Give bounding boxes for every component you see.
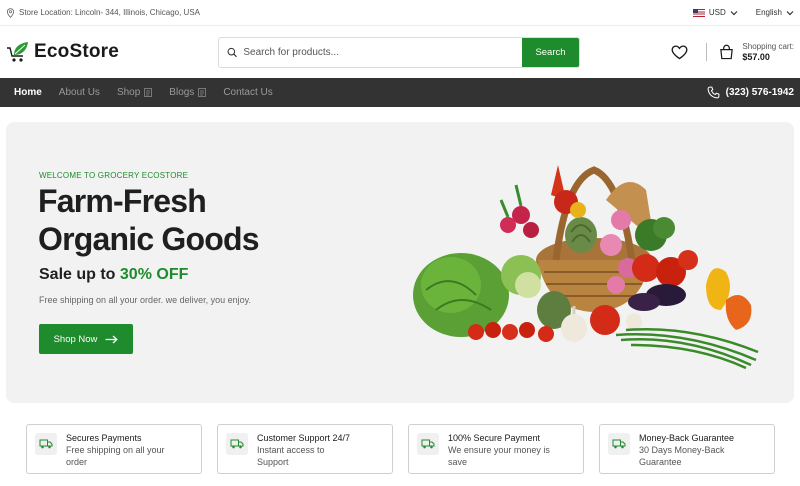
phone-number: (323) 576-1942 <box>725 87 794 98</box>
vegetable-basket-image <box>413 165 759 370</box>
search-input[interactable] <box>243 46 522 58</box>
feature-description: Support <box>257 457 289 467</box>
sale-percent: 30% OFF <box>119 266 189 283</box>
feature-description: 30 Days Money-Back <box>639 445 725 455</box>
dropdown-indicator-icon <box>144 88 153 97</box>
header-divider <box>706 43 708 61</box>
delivery-truck-icon <box>608 433 630 455</box>
delivery-truck-icon <box>226 433 248 455</box>
header: EcoStore Search Shopping cart: $57.00 <box>0 26 800 78</box>
nav-item-label: Home <box>14 87 42 98</box>
nav-item-home[interactable]: Home <box>14 87 42 98</box>
feature-description: Guarantee <box>639 457 682 467</box>
location-pin-icon <box>6 7 15 18</box>
chevron-down-icon <box>730 10 738 15</box>
feature-description: We ensure your money is <box>448 445 550 455</box>
language-label: English <box>755 8 782 17</box>
feature-description: order <box>66 457 88 467</box>
us-flag-icon <box>692 8 705 17</box>
currency-label: USD <box>708 8 726 17</box>
feature-title: Money-Back Guarantee <box>639 433 735 443</box>
store-location: Store Location: Lincoln- 344, Illinois, … <box>6 7 200 18</box>
currency-selector[interactable]: USD <box>692 8 738 17</box>
search-bar: Search <box>218 36 580 68</box>
hero-welcome: WELCOME TO GROCERY ECOSTORE <box>39 171 189 180</box>
nav-item-label: About Us <box>58 87 100 98</box>
store-location-text: Store Location: Lincoln- 344, Illinois, … <box>19 8 200 17</box>
feature-card: Money-Back Guarantee 30 Days Money-Back … <box>599 424 775 474</box>
chevron-down-icon <box>786 10 794 15</box>
logo[interactable]: EcoStore <box>6 40 218 64</box>
search-icon <box>227 47 237 57</box>
feature-description: Instant access to <box>257 445 325 455</box>
language-selector[interactable]: English <box>756 8 794 17</box>
phone-contact[interactable]: (323) 576-1942 <box>707 86 794 99</box>
nav-item-label: Blogs <box>169 87 195 98</box>
feature-description: Free shipping on all your <box>66 445 165 455</box>
feature-title: Secures Payments <box>66 433 142 443</box>
top-bar: Store Location: Lincoln- 344, Illinois, … <box>0 0 800 26</box>
feature-card: Customer Support 24/7 Instant access to … <box>217 424 393 474</box>
hero-title-line-1: Farm-Fresh <box>38 183 207 219</box>
feature-card: 100% Secure Payment We ensure your money… <box>408 424 584 474</box>
cart-summary[interactable]: Shopping cart: $57.00 <box>742 41 794 63</box>
search-button[interactable]: Search <box>522 37 579 67</box>
logo-text: EcoStore <box>34 41 120 62</box>
shop-now-label: Shop Now <box>53 333 98 345</box>
hero-title: Farm-Fresh Organic Goods <box>38 182 298 258</box>
shop-now-button[interactable]: Shop Now <box>39 324 133 354</box>
nav-item-blogs[interactable]: Blogs <box>169 87 207 98</box>
sale-prefix: Sale up to <box>39 266 120 283</box>
nav-item-about-us[interactable]: About Us <box>59 87 100 98</box>
feature-list: Secures Payments Free shipping on all yo… <box>26 424 775 474</box>
feature-title: Customer Support 24/7 <box>257 433 351 443</box>
main-nav: Home About Us Shop Blogs Contact Us (323… <box>0 78 800 107</box>
cart-label: Shopping cart: <box>742 42 794 51</box>
nav-item-label: Shop <box>116 87 141 98</box>
feature-card: Secures Payments Free shipping on all yo… <box>26 424 202 474</box>
shopping-bag-icon[interactable] <box>719 44 734 60</box>
hero-banner: WELCOME TO GROCERY ECOSTORE Farm-Fresh O… <box>6 122 794 403</box>
feature-description: save <box>448 457 468 467</box>
heart-icon[interactable] <box>671 44 688 60</box>
dropdown-indicator-icon <box>198 88 207 97</box>
feature-title: 100% Secure Payment <box>448 433 541 443</box>
cart-total: $57.00 <box>742 52 770 62</box>
nav-item-shop[interactable]: Shop <box>116 87 153 98</box>
phone-icon <box>707 86 720 99</box>
hero-sale: Sale up to 30% OFF <box>39 266 188 284</box>
hero-shipping-text: Free shipping on all your order. we deli… <box>39 295 251 305</box>
leaf-cart-logo-icon <box>7 42 28 62</box>
delivery-truck-icon <box>35 433 57 455</box>
delivery-truck-icon <box>417 433 439 455</box>
arrow-right-icon <box>105 335 119 343</box>
nav-item-label: Contact Us <box>223 87 273 98</box>
hero-title-line-2: Organic Goods <box>38 221 260 257</box>
nav-item-contact-us[interactable]: Contact Us <box>223 87 272 98</box>
header-actions: Shopping cart: $57.00 <box>671 26 794 78</box>
